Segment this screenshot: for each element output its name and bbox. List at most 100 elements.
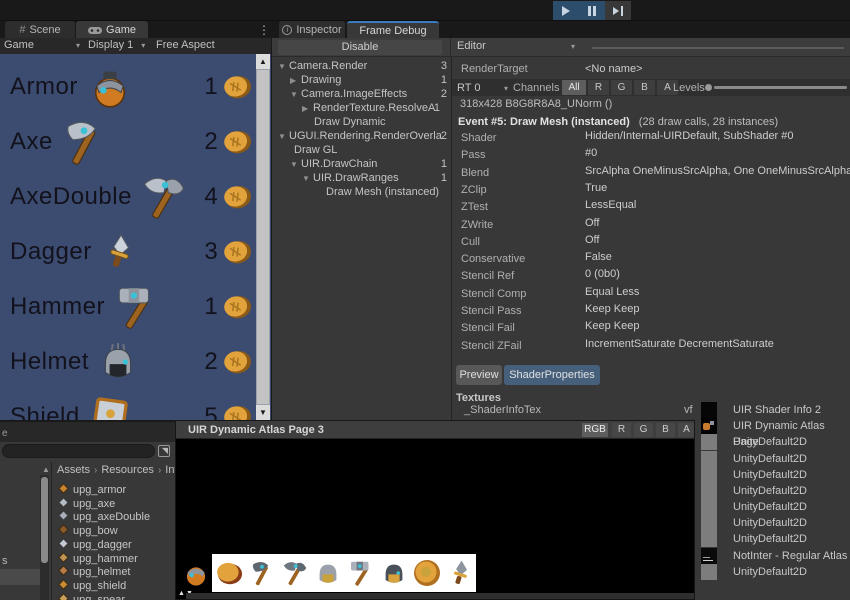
- play-button[interactable]: [553, 1, 579, 20]
- texture-row[interactable]: _ShaderInfoTex vf UIR Shader Info 2: [452, 402, 850, 418]
- scroll-up-icon[interactable]: ▲: [42, 465, 50, 474]
- tab-game[interactable]: Game: [76, 21, 148, 38]
- asset-item[interactable]: upg_spear: [58, 593, 178, 600]
- breadcrumb-assets[interactable]: Assets: [57, 464, 90, 476]
- render-target-dropdown[interactable]: Game▾: [4, 39, 80, 51]
- asset-item[interactable]: upg_shield: [58, 579, 178, 592]
- frame-scrubber-slider[interactable]: [592, 47, 844, 49]
- channel-b-button[interactable]: B: [634, 80, 655, 95]
- dagger-sprite-icon: [100, 233, 138, 271]
- levels-slider-track[interactable]: [714, 86, 847, 89]
- shader-properties-button[interactable]: ShaderProperties: [504, 365, 600, 385]
- list-item-shield[interactable]: Shield 5: [10, 389, 256, 420]
- levels-slider-knob[interactable]: [705, 84, 712, 91]
- scrollbar-thumb[interactable]: [257, 70, 269, 404]
- event-stats: (28 draw calls, 28 instances): [639, 116, 778, 128]
- kebab-menu-icon[interactable]: ⋮: [258, 23, 270, 37]
- search-input[interactable]: [2, 444, 155, 458]
- texture-thumbnail[interactable]: [701, 467, 717, 483]
- list-item-axedouble[interactable]: AxeDouble 4: [10, 169, 256, 224]
- rt-dropdown[interactable]: RT 0: [457, 82, 480, 94]
- tree-row[interactable]: ▼UIR.DrawRanges1: [272, 171, 451, 185]
- foldout-open-icon[interactable]: ▼: [278, 60, 289, 73]
- texture-thumbnail[interactable]: [701, 418, 717, 434]
- asset-sprite-icon: [58, 483, 69, 494]
- breadcrumb-separator-icon: ›: [158, 465, 161, 476]
- tree-row[interactable]: Draw Mesh (instanced): [272, 185, 451, 199]
- step-button[interactable]: [605, 1, 631, 20]
- folder-label-fragment: s: [2, 555, 8, 567]
- display-dropdown[interactable]: Display 1▾: [88, 39, 145, 51]
- channel-g-button[interactable]: G: [611, 80, 632, 95]
- asset-item[interactable]: upg_axe: [58, 497, 178, 510]
- atlas-window-bottom-strip: [186, 593, 695, 600]
- tree-row[interactable]: ▶RenderTexture.ResolveA1: [272, 101, 444, 115]
- asset-item[interactable]: upg_helmet: [58, 565, 178, 578]
- aspect-dropdown[interactable]: Free Aspect: [156, 39, 215, 51]
- tab-label-fragment: e: [2, 428, 8, 439]
- list-item-hammer[interactable]: Hammer 1: [10, 279, 256, 334]
- tree-row[interactable]: ▼Camera.Render3: [272, 59, 451, 73]
- channel-r-button[interactable]: R: [588, 80, 609, 95]
- texture-thumbnail[interactable]: [701, 548, 717, 564]
- texture-thumbnail[interactable]: [701, 402, 717, 418]
- tree-row[interactable]: ▶Drawing1: [272, 73, 451, 87]
- scroll-up-button[interactable]: ▲: [256, 54, 270, 69]
- list-item-armor[interactable]: Armor 1: [10, 59, 256, 114]
- disable-button[interactable]: Disable: [278, 40, 442, 55]
- texture-thumbnail[interactable]: [701, 564, 717, 580]
- property-row: Stencil ZFailIncrementSaturate Decrement…: [452, 336, 850, 353]
- tab-frame-debug[interactable]: Frame Debug: [347, 21, 439, 38]
- editor-dropdown[interactable]: Editor ▾: [457, 40, 575, 52]
- foldout-open-icon[interactable]: ▼: [302, 172, 313, 185]
- asset-item[interactable]: upg_axeDouble: [58, 510, 178, 523]
- texture-thumbnail[interactable]: [701, 434, 717, 450]
- texture-thumbnail[interactable]: [701, 515, 717, 531]
- game-scrollbar[interactable]: ▲ ▼: [256, 54, 270, 420]
- chevron-down-icon[interactable]: ▾: [504, 84, 508, 93]
- scene-grid-icon: #: [19, 24, 25, 36]
- foldout-closed-icon[interactable]: ▶: [302, 102, 313, 115]
- atlas-window-titlebar[interactable]: UIR Dynamic Atlas Page 3 RGB R G B A: [176, 421, 695, 439]
- foldout-open-icon[interactable]: ▼: [290, 88, 301, 101]
- asset-sprite-icon: [58, 579, 69, 590]
- scroll-down-button[interactable]: ▼: [256, 405, 270, 420]
- channel-b-button[interactable]: B: [656, 423, 675, 437]
- channel-a-button[interactable]: A: [678, 423, 695, 437]
- texture-thumbnail[interactable]: [701, 483, 717, 499]
- texture-thumbnail[interactable]: [701, 531, 717, 547]
- texture-thumbnail[interactable]: [701, 451, 717, 467]
- channel-g-button[interactable]: G: [634, 423, 653, 437]
- channel-all-button[interactable]: All: [562, 80, 586, 95]
- atlas-sprite-axe: [245, 554, 278, 592]
- list-item-helmet[interactable]: Helmet 2: [10, 334, 256, 389]
- texture-thumbnail[interactable]: [701, 499, 717, 515]
- asset-item[interactable]: upg_armor: [58, 483, 178, 496]
- frame-debug-event-tree: ▼Camera.Render3 ▶Drawing1 ▼Camera.ImageE…: [272, 57, 451, 420]
- foldout-open-icon[interactable]: ▼: [290, 158, 301, 171]
- channel-rgb-button[interactable]: RGB: [582, 423, 608, 437]
- tree-row[interactable]: ▼UIR.DrawChain1: [272, 157, 451, 171]
- tab-inspector[interactable]: i Inspector: [279, 21, 345, 38]
- pick-window-icon[interactable]: ◥: [158, 445, 170, 457]
- tab-scene[interactable]: # Scene: [5, 21, 75, 38]
- channel-r-button[interactable]: R: [612, 423, 631, 437]
- asset-item[interactable]: upg_bow: [58, 524, 178, 537]
- atlas-texture-strip: [179, 554, 476, 592]
- tree-row[interactable]: Draw GL: [272, 143, 451, 157]
- breadcrumb-resources[interactable]: Resources: [101, 464, 154, 476]
- list-item-dagger[interactable]: Dagger 3: [10, 224, 256, 279]
- foldout-closed-icon[interactable]: ▶: [290, 74, 301, 87]
- asset-item[interactable]: upg_dagger: [58, 538, 178, 551]
- pause-button[interactable]: [579, 1, 605, 20]
- tree-row[interactable]: Draw Dynamic: [272, 115, 451, 129]
- project-tree-scrollbar[interactable]: [40, 475, 49, 600]
- selected-folder-row[interactable]: [0, 569, 40, 585]
- scrollbar-thumb[interactable]: [41, 477, 48, 563]
- foldout-open-icon[interactable]: ▼: [278, 130, 289, 143]
- tree-row[interactable]: ▼UGUI.Rendering.RenderOverla2: [272, 129, 451, 143]
- preview-button[interactable]: Preview: [456, 365, 502, 385]
- tree-row[interactable]: ▼Camera.ImageEffects2: [272, 87, 451, 101]
- asset-item[interactable]: upg_hammer: [58, 552, 178, 565]
- list-item-axe[interactable]: Axe 2: [10, 114, 256, 169]
